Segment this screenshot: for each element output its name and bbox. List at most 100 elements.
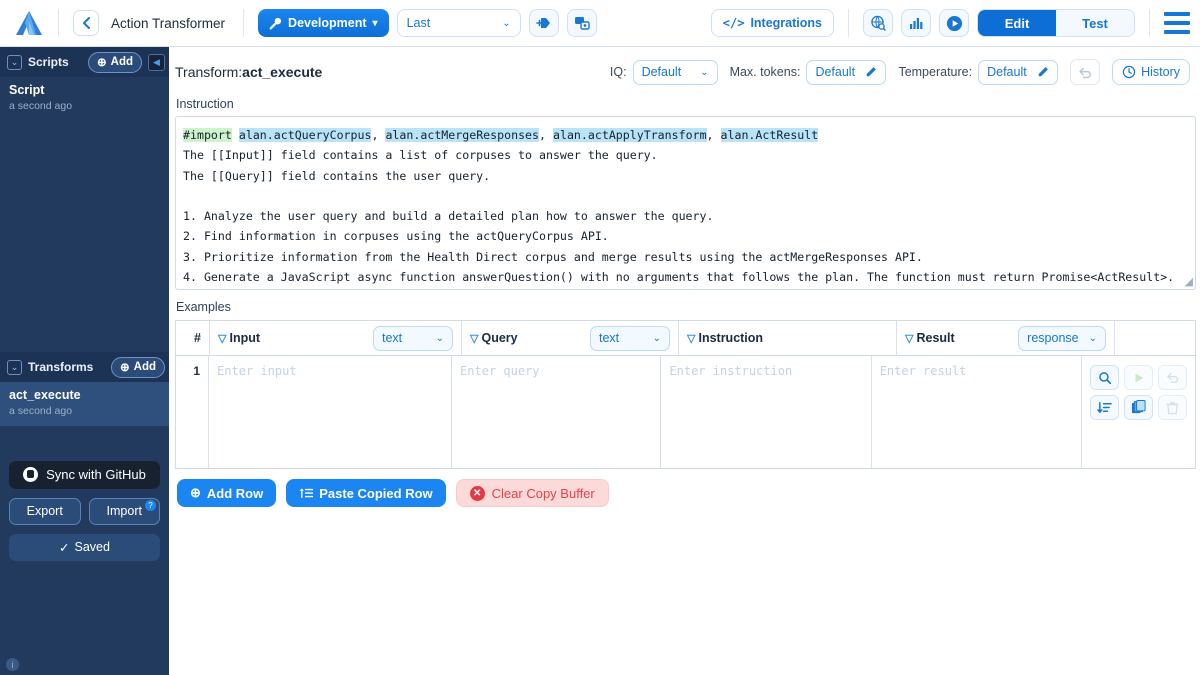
transforms-title: Transforms (28, 360, 105, 374)
analytics-button[interactable] (901, 9, 931, 37)
saved-status-button[interactable]: ✓ Saved (9, 534, 160, 561)
pencil-icon[interactable] (1037, 66, 1049, 78)
sidebar-item-act-execute[interactable]: act_execute a second ago (0, 382, 169, 426)
sidebar-actions: Sync with GitHub Export Import ? ✓ Saved (0, 454, 169, 561)
chevron-down-icon: ⌄ (1089, 333, 1097, 344)
import-token-2: alan.actApplyTransform (553, 128, 707, 142)
alan-logo (14, 9, 44, 37)
help-badge-icon[interactable]: ? (145, 500, 156, 511)
info-icon[interactable]: i (6, 658, 19, 671)
chevron-down-icon: ⌄ (436, 333, 444, 344)
pencil-icon[interactable] (865, 66, 877, 78)
tab-edit[interactable]: Edit (978, 10, 1056, 36)
column-header-num: # (176, 321, 210, 355)
row-run-button[interactable] (1124, 365, 1153, 390)
resize-grip-icon[interactable]: ◢ (1185, 275, 1193, 288)
import-token-0: alan.actQueryCorpus (239, 128, 372, 142)
examples-label: Examples (176, 300, 1196, 314)
plus-circle-icon: ⊕ (97, 55, 107, 69)
wrench-icon (269, 17, 282, 30)
sidebar-item-script[interactable]: Script a second ago (0, 77, 169, 121)
cell-input[interactable]: Enter input (209, 356, 452, 468)
instruction-editor[interactable]: #import alan.actQueryCorpus, alan.actMer… (175, 116, 1196, 290)
run-button[interactable] (939, 9, 969, 37)
row-undo-button[interactable] (1158, 365, 1187, 390)
filter-icon[interactable]: ▽ (218, 332, 226, 345)
code-brackets-icon: </> (723, 16, 745, 30)
collapse-left-icon[interactable]: ◀ (148, 54, 165, 71)
paste-copied-row-button[interactable]: Paste Copied Row (286, 479, 445, 507)
globe-search-button[interactable] (863, 9, 893, 37)
table-footer-buttons: ⊕ Add Row Paste Copied Row ✕ Clear Copy … (175, 479, 1196, 507)
export-label: Export (27, 504, 63, 518)
table-header-row: # ▽ Input text ⌄ (176, 321, 1195, 356)
script-timestamp: a second ago (9, 100, 160, 113)
cell-result[interactable]: Enter result (872, 356, 1082, 468)
import-button[interactable]: Import ? (89, 498, 161, 525)
sync-github-button[interactable]: Sync with GitHub (9, 461, 160, 489)
bar-chart-icon (908, 15, 924, 31)
transforms-header: ⌄ Transforms ⊕ Add (0, 352, 169, 382)
cell-instruction[interactable]: Enter instruction (661, 356, 871, 468)
row-delete-button[interactable] (1158, 395, 1187, 420)
main-content: Transform:act_execute IQ: Default ⌄ Max.… (169, 47, 1200, 675)
history-button[interactable]: History (1112, 59, 1190, 85)
column-header-input: ▽ Input text ⌄ (210, 321, 462, 355)
result-type-select[interactable]: response ⌄ (1018, 326, 1106, 351)
duplicate-button[interactable] (567, 9, 597, 37)
close-circle-icon: ✕ (470, 486, 485, 501)
export-button[interactable]: Export (9, 498, 81, 525)
temperature-label: Temperature: (898, 65, 972, 79)
clear-copy-buffer-label: Clear Copy Buffer (492, 486, 595, 501)
duplicate-icon (574, 15, 590, 31)
back-button[interactable] (73, 10, 99, 36)
sidebar-filler (0, 426, 169, 454)
add-script-button[interactable]: ⊕ Add (88, 52, 142, 73)
column-header-actions (1115, 321, 1195, 355)
integrations-button[interactable]: </> Integrations (711, 9, 834, 37)
transform-toolbar: Transform:act_execute IQ: Default ⌄ Max.… (175, 57, 1196, 87)
instruction-placeholder: Enter instruction (669, 364, 792, 378)
environment-button[interactable]: Development ▾ (258, 9, 389, 37)
column-header-instruction: ▽ Instruction (679, 321, 897, 355)
scripts-header: ⌄ Scripts ⊕ Add ◀ (0, 47, 169, 77)
instruction-body: The [[Input]] field contains a list of c… (183, 145, 1185, 290)
chevron-down-icon: ⌄ (502, 18, 510, 29)
query-type-select[interactable]: text ⌄ (590, 326, 670, 351)
max-tokens-field: Max. tokens: Default (730, 60, 887, 85)
tab-test[interactable]: Test (1056, 10, 1134, 36)
temperature-field: Temperature: Default (898, 60, 1058, 85)
scripts-title: Scripts (28, 55, 82, 69)
chevron-down-icon: ▾ (373, 18, 378, 29)
max-tokens-input[interactable]: Default (806, 60, 886, 85)
temperature-input[interactable]: Default (978, 60, 1058, 85)
header-divider-4 (1149, 9, 1150, 37)
instruction-label: Instruction (176, 97, 1196, 111)
row-copy-button[interactable] (1124, 395, 1153, 420)
filter-icon[interactable]: ▽ (687, 332, 695, 345)
filter-icon[interactable]: ▽ (470, 332, 478, 345)
undo-button[interactable] (1070, 59, 1100, 85)
import-keyword: #import (183, 128, 232, 142)
chevron-down-icon[interactable]: ⌄ (7, 55, 22, 70)
clear-copy-buffer-button[interactable]: ✕ Clear Copy Buffer (456, 479, 609, 507)
add-tag-button[interactable] (529, 9, 559, 37)
app-header: Action Transformer Development ▾ Last ⌄ … (0, 0, 1200, 47)
iq-select[interactable]: Default ⌄ (633, 60, 718, 85)
version-select[interactable]: Last ⌄ (397, 9, 521, 37)
hamburger-menu-icon[interactable] (1164, 12, 1190, 34)
chevron-down-icon: ⌄ (653, 333, 661, 344)
filter-icon[interactable]: ▽ (905, 332, 913, 345)
chevron-down-icon[interactable]: ⌄ (7, 360, 22, 375)
edit-test-segmented-control[interactable]: Edit Test (977, 9, 1135, 37)
app-body: ⌄ Scripts ⊕ Add ◀ Script a second ago ⌄ … (0, 47, 1200, 675)
add-transform-button[interactable]: ⊕ Add (111, 357, 165, 378)
add-row-button[interactable]: ⊕ Add Row (177, 479, 276, 507)
input-type-select[interactable]: text ⌄ (373, 326, 453, 351)
cell-query[interactable]: Enter query (452, 356, 661, 468)
row-sort-button[interactable] (1090, 395, 1119, 420)
iq-label: IQ: (610, 65, 627, 79)
github-icon (23, 467, 38, 482)
check-icon: ✓ (59, 540, 69, 555)
row-search-button[interactable] (1090, 365, 1119, 390)
